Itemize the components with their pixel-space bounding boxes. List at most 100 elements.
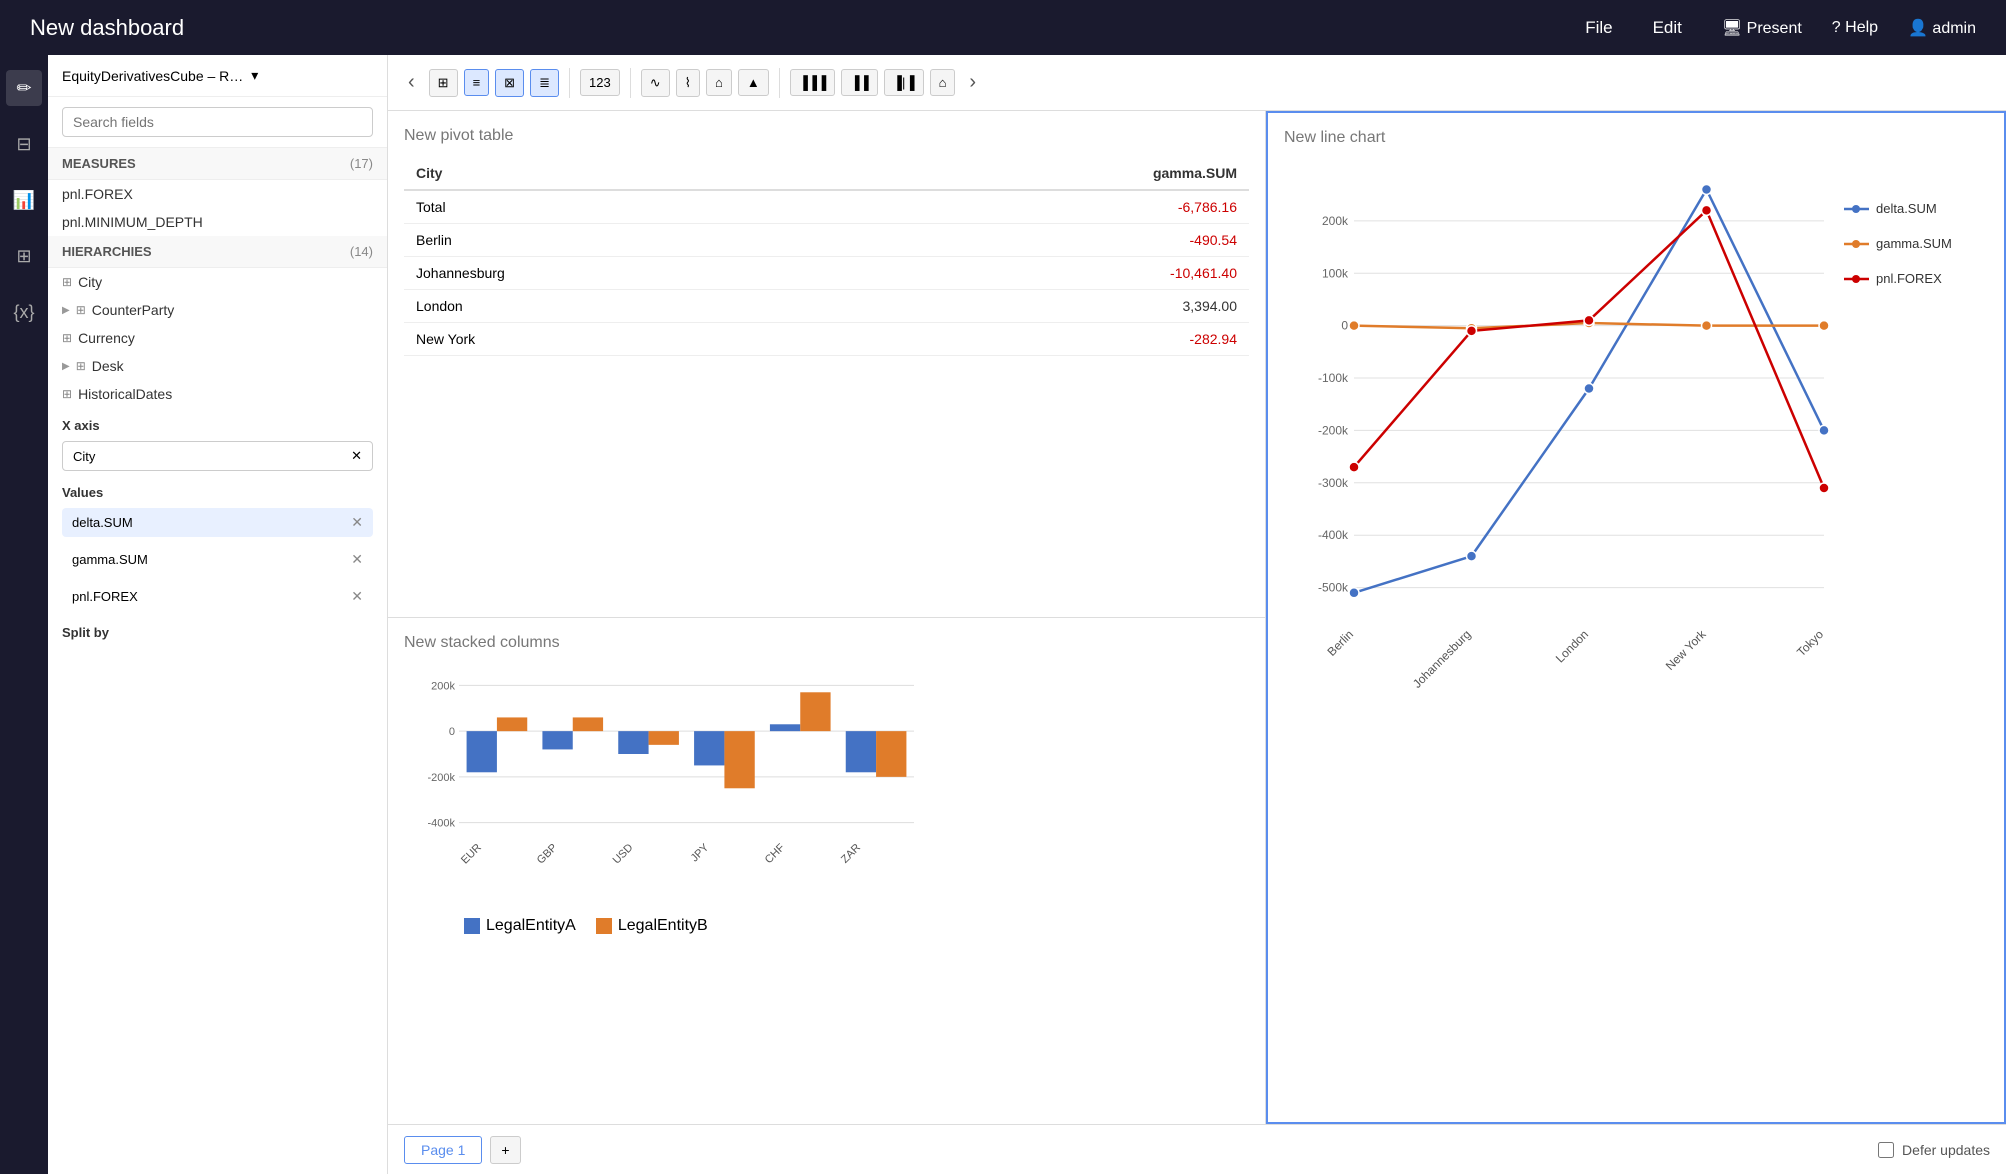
svg-text:ZAR: ZAR [839, 842, 863, 866]
step-chart-btn[interactable]: ⌂ [706, 69, 732, 96]
value-cell: 3,394.00 [836, 290, 1249, 323]
expand-desk-icon: ▶ [62, 361, 70, 372]
x-axis-field[interactable]: City ✕ [62, 441, 373, 471]
col-chart-btn[interactable]: ▐▐ [841, 69, 877, 96]
legend-a-label: LegalEntityA [486, 917, 576, 935]
measure-forex-label: pnl.FOREX [62, 186, 133, 202]
svg-text:pnl.FOREX: pnl.FOREX [1876, 271, 1942, 286]
hierarchy-desk[interactable]: ▶ ⊞ Desk [48, 352, 387, 380]
svg-text:Berlin: Berlin [1325, 627, 1357, 659]
nav-prev-button[interactable]: ‹ [400, 67, 423, 98]
value-chip-gamma[interactable]: gamma.SUM ✕ [62, 545, 373, 574]
table-btn[interactable]: ⊞ [429, 69, 458, 97]
value-chip-delta[interactable]: delta.SUM ✕ [62, 508, 373, 537]
dashboard-title: New dashboard [30, 15, 1585, 41]
value-gamma-remove-icon[interactable]: ✕ [351, 551, 363, 568]
toolbar: ‹ ⊞ ≡ ⊠ ≣ 123 ∿ ⌇ ⌂ ▲ ▐▐▐ ▐▐ ▐|▐ ⌂ › [388, 55, 2006, 111]
edit-menu[interactable]: Edit [1653, 18, 1682, 38]
pencil-icon[interactable]: ✏ [6, 70, 42, 106]
x-axis-clear-icon[interactable]: ✕ [351, 448, 362, 464]
value-delta-remove-icon[interactable]: ✕ [351, 514, 363, 531]
col-gamma: gamma.SUM [836, 157, 1249, 190]
svg-text:USD: USD [611, 842, 636, 867]
hierarchy-currency-label: Currency [78, 330, 135, 346]
bar-chart-btn[interactable]: ▐▐▐ [790, 69, 836, 96]
expand-counterparty-icon: ▶ [62, 305, 70, 316]
value-cell: -490.54 [836, 224, 1249, 257]
chart-icon[interactable]: 📊 [6, 182, 42, 218]
search-input[interactable] [62, 107, 373, 137]
hierarchy-city[interactable]: ⊞ City [48, 268, 387, 296]
area-step-btn[interactable]: ▲ [738, 69, 769, 96]
hierarchy-icon-currency: ⊞ [62, 331, 72, 345]
value-pnl-remove-icon[interactable]: ✕ [351, 588, 363, 605]
search-fields-container [48, 97, 387, 148]
x-axis-value: City [73, 449, 95, 464]
value-chip-pnl[interactable]: pnl.FOREX ✕ [62, 582, 373, 611]
hierarchy-currency[interactable]: ⊞ Currency [48, 324, 387, 352]
line-chart-title: New line chart [1284, 129, 1988, 147]
hierarchies-header: HIERARCHIES (14) [48, 236, 387, 268]
admin-button[interactable]: 👤 admin [1908, 18, 1976, 38]
line-chart-panel: New line chart -500k-400k-300k-200k-100k… [1266, 111, 2006, 1124]
nav-next-button[interactable]: › [961, 67, 984, 98]
pivot-title: New pivot table [404, 127, 1249, 145]
svg-text:EUR: EUR [459, 842, 484, 867]
svg-text:GBP: GBP [535, 842, 560, 867]
svg-text:Tokyo: Tokyo [1794, 627, 1826, 659]
stacked-panel: New stacked columns 200k0-200k-400kEURGB… [388, 618, 1265, 1124]
value-cell: -282.94 [836, 323, 1249, 356]
measure-item-forex[interactable]: pnl.FOREX [48, 180, 387, 208]
cube-name: EquityDerivativesCube – R… [62, 68, 243, 84]
svg-text:CHF: CHF [763, 841, 788, 866]
number-btn[interactable]: 123 [580, 69, 620, 96]
svg-text:JPY: JPY [689, 841, 712, 864]
defer-checkbox[interactable] [1878, 1142, 1894, 1158]
svg-text:-200k: -200k [1318, 423, 1349, 437]
flat-table-btn[interactable]: ≡ [464, 69, 490, 96]
list-btn[interactable]: ≣ [530, 69, 559, 97]
svg-text:0: 0 [449, 726, 455, 738]
file-menu[interactable]: File [1585, 18, 1612, 38]
waterfall-btn[interactable]: ⌂ [930, 69, 956, 96]
table-row: Berlin-490.54 [404, 224, 1249, 257]
cube-selector[interactable]: EquityDerivativesCube – R… ▾ [48, 55, 387, 97]
table-row: New York-282.94 [404, 323, 1249, 356]
value-cell: -10,461.40 [836, 257, 1249, 290]
svg-text:Johannesburg: Johannesburg [1410, 627, 1474, 691]
value-cell: -6,786.16 [836, 190, 1249, 224]
city-cell: Total [404, 190, 836, 224]
value-pnl-label: pnl.FOREX [72, 589, 138, 604]
svg-text:-300k: -300k [1318, 476, 1349, 490]
main-container: ✏ ⊟ 📊 ⊞ {x} EquityDerivativesCube – R… ▾… [0, 55, 2006, 1174]
legend-a: LegalEntityA [464, 917, 576, 935]
hierarchy-historical[interactable]: ⊞ HistoricalDates [48, 380, 387, 408]
table-row: Total-6,786.16 [404, 190, 1249, 224]
svg-text:delta.SUM: delta.SUM [1876, 201, 1937, 216]
hierarchy-counterparty[interactable]: ▶ ⊞ CounterParty [48, 296, 387, 324]
svg-text:-500k: -500k [1318, 581, 1349, 595]
measure-mindepth-label: pnl.MINIMUM_DEPTH [62, 214, 203, 230]
page-1-button[interactable]: Page 1 [404, 1136, 482, 1164]
filter-icon[interactable]: ⊟ [6, 126, 42, 162]
city-cell: London [404, 290, 836, 323]
svg-text:0: 0 [1341, 319, 1348, 333]
toolbar-separator-3 [779, 68, 780, 98]
hierarchy-desk-label: Desk [92, 358, 124, 374]
line-chart-btn[interactable]: ∿ [641, 69, 670, 97]
present-button[interactable]: 🖥 Present [1722, 18, 1802, 38]
hierarchies-label: HIERARCHIES [62, 244, 152, 259]
code-icon[interactable]: {x} [6, 294, 42, 330]
svg-text:gamma.SUM: gamma.SUM [1876, 236, 1952, 251]
measure-item-mindepth[interactable]: pnl.MINIMUM_DEPTH [48, 208, 387, 236]
help-button[interactable]: ? Help [1832, 19, 1878, 37]
add-page-button[interactable]: + [490, 1136, 520, 1164]
stacked-btn[interactable]: ▐|▐ [884, 69, 924, 96]
hierarchy-city-label: City [78, 274, 102, 290]
area-chart-btn[interactable]: ⌇ [676, 69, 700, 97]
table-row: Johannesburg-10,461.40 [404, 257, 1249, 290]
pivot-btn[interactable]: ⊠ [495, 69, 524, 97]
svg-text:London: London [1553, 627, 1591, 665]
table-sidebar-icon[interactable]: ⊞ [6, 238, 42, 274]
measures-count: (17) [350, 156, 373, 171]
